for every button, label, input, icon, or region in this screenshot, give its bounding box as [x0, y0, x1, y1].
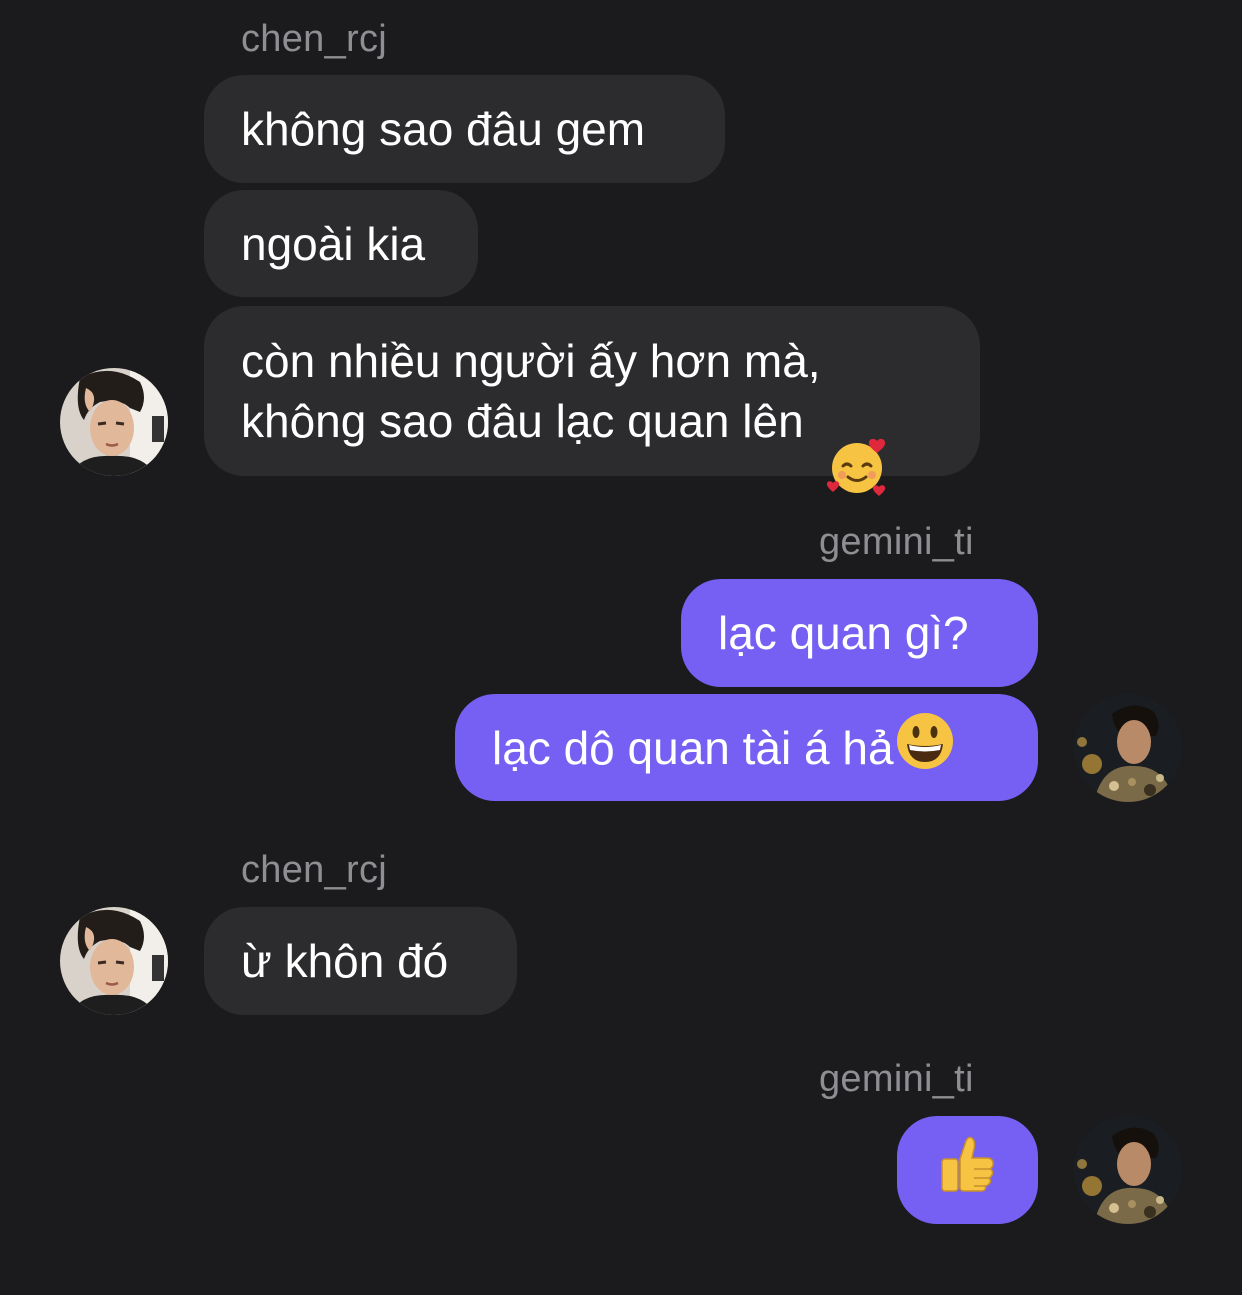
avatar-chen-rcj[interactable] [60, 907, 168, 1015]
chat-thread: chen_rcj không sao đâu gem ngoài kia còn… [0, 0, 1242, 1295]
message-text: lạc dô quan tài á hả [492, 721, 894, 774]
message-text: không sao đâu gem [241, 103, 646, 155]
sender-username: gemini_ti [819, 521, 974, 563]
message-text: ngoài kia [241, 217, 426, 270]
avatar-image [1074, 694, 1182, 802]
sender-username: chen_rcj [241, 849, 388, 891]
sender-username: chen_rcj [241, 18, 388, 60]
message-bubble[interactable]: lạc quan gì? [681, 579, 1038, 687]
message-bubble[interactable]: lạc dô quan tài á hả [455, 694, 1038, 801]
avatar-gemini-ti[interactable] [1074, 1116, 1182, 1224]
avatar-gemini-ti[interactable] [1074, 694, 1182, 802]
avatar-image [60, 907, 168, 1015]
message-text: còn nhiều người ấy hơn mà, không sao đâu… [241, 335, 821, 447]
message-bubble[interactable]: ừ khôn đó [204, 907, 517, 1015]
message-bubble[interactable] [897, 1116, 1038, 1224]
message-bubble[interactable]: không sao đâu gem [204, 75, 725, 183]
avatar-image [1074, 1116, 1182, 1224]
sender-username: gemini_ti [819, 1058, 974, 1100]
avatar-chen-rcj[interactable] [60, 368, 168, 476]
grinning-face-icon [894, 710, 956, 786]
message-text: ừ khôn đó [241, 935, 449, 987]
smiling-face-with-hearts-icon [826, 375, 889, 511]
message-text: lạc quan gì? [718, 607, 969, 659]
message-bubble[interactable]: còn nhiều người ấy hơn mà, không sao đâu… [204, 306, 980, 496]
avatar-image [60, 368, 168, 476]
thumbs-up-icon [936, 1131, 1000, 1209]
message-text-wrap: còn nhiều người ấy hơn mà, không sao đâu… [241, 271, 885, 511]
